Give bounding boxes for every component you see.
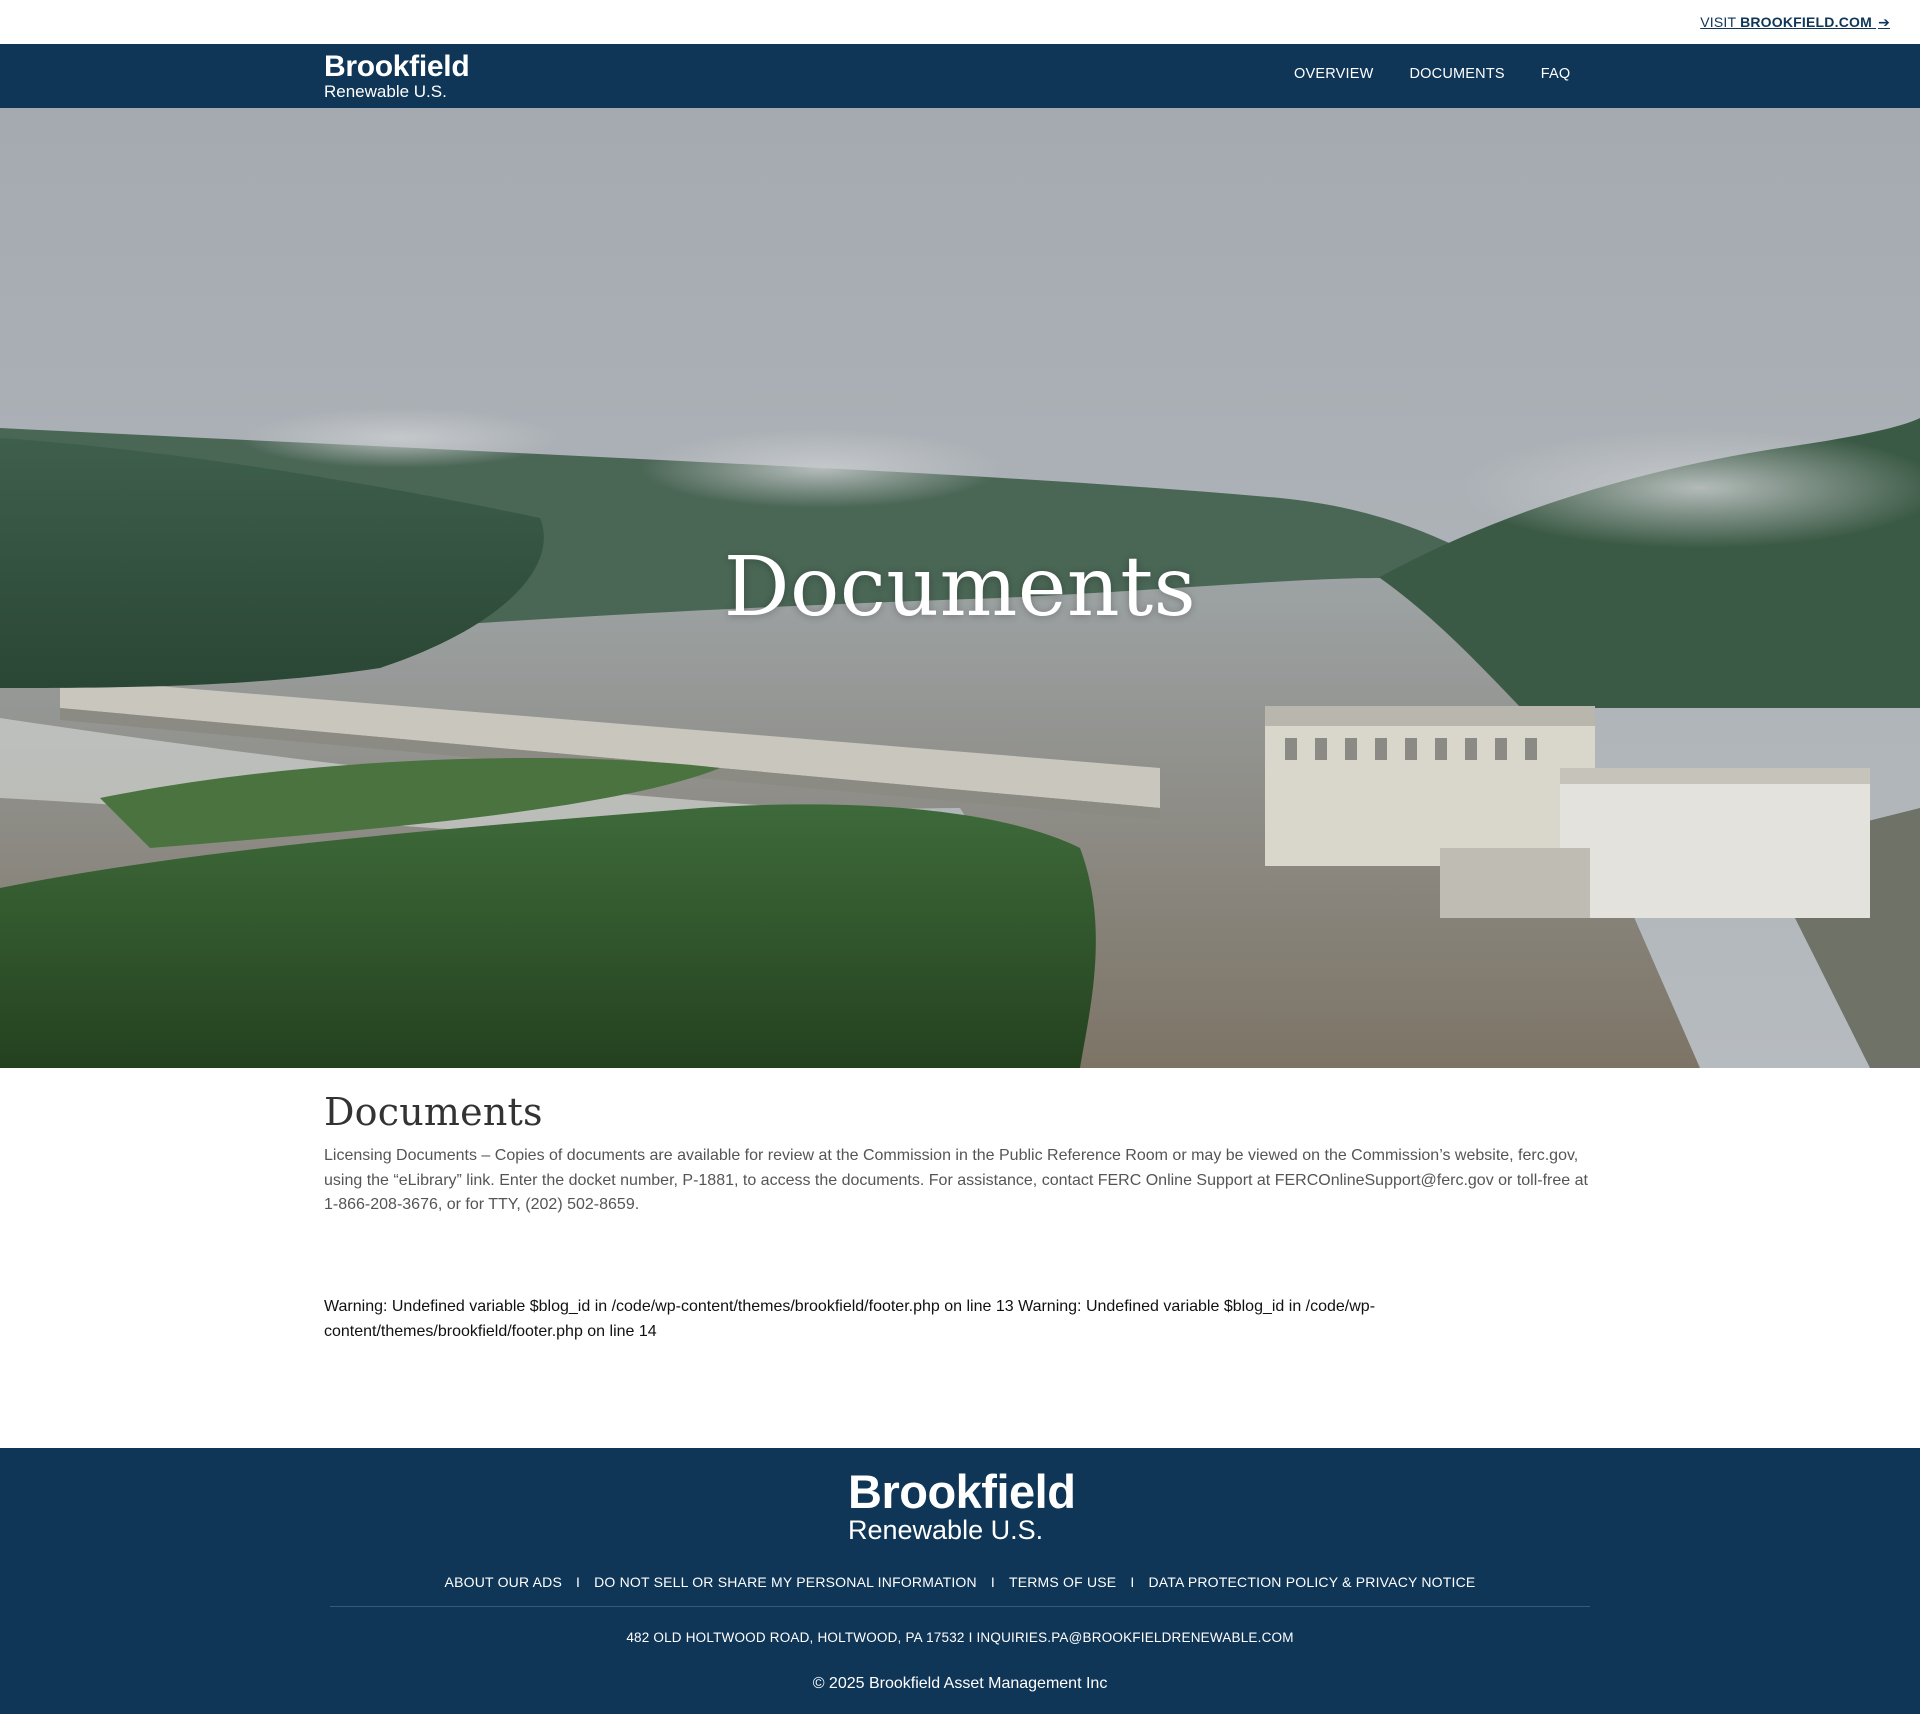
footer-divider (330, 1606, 1590, 1607)
footer-links: ABOUT OUR ADS I DO NOT SELL OR SHARE MY PE… (0, 1574, 1920, 1590)
page-title: Documents (324, 1090, 543, 1134)
documents-description: Licensing Documents – Copies of document… (324, 1147, 1588, 1213)
php-warning-text: Warning: Undefined variable $blog_id in … (324, 1298, 1376, 1340)
footer-link-terms[interactable]: TERMS OF USE (1009, 1574, 1116, 1590)
main-navbar: Brookfield Renewable U.S. OVERVIEW DOCUM… (0, 44, 1920, 108)
nav-item-documents[interactable]: DOCUMENTS (1410, 66, 1505, 82)
brand-name: Brookfield (324, 50, 470, 83)
visit-brookfield-link[interactable]: VISIT BROOKFIELD.COM ➔ (1700, 14, 1890, 31)
hero-banner: Documents (0, 108, 1920, 1068)
utility-bar: VISIT BROOKFIELD.COM ➔ (0, 0, 1920, 44)
footer-brand-logo[interactable]: Brookfield Renewable U.S. (848, 1465, 1076, 1545)
footer-link-about-ads[interactable]: ABOUT OUR ADS (445, 1574, 562, 1590)
visit-link-label: BROOKFIELD.COM (1740, 14, 1872, 30)
visit-prefix: VISIT (1700, 14, 1741, 30)
footer-address: 482 OLD HOLTWOOD ROAD, HOLTWOOD, PA 1753… (626, 1630, 1294, 1645)
footer-copyright: © 2025 Brookfield Asset Management Inc (812, 1675, 1108, 1692)
footer-brand-subtitle: Renewable U.S. (848, 1515, 1044, 1545)
main-content: Documents Licensing Documents – Copies o… (324, 1090, 1596, 1218)
footer-separator: I (1130, 1574, 1135, 1590)
footer-separator: I (576, 1574, 581, 1590)
brand-subtitle: Renewable U.S. (324, 82, 447, 101)
site-footer: Brookfield Renewable U.S. ABOUT OUR ADS I… (0, 1448, 1920, 1714)
footer-brand-name: Brookfield (848, 1465, 1076, 1518)
hero-title: Documents (723, 540, 1197, 635)
nav-item-faq[interactable]: FAQ (1541, 66, 1571, 82)
brand-logo[interactable]: Brookfield Renewable U.S. (324, 50, 470, 101)
footer-separator: I (990, 1574, 995, 1590)
arrow-right-icon: ➔ (1878, 14, 1890, 30)
footer-link-do-not-sell[interactable]: DO NOT SELL OR SHARE MY PERSONAL INFORMA… (594, 1574, 977, 1590)
primary-nav: OVERVIEW DOCUMENTS FAQ (1294, 66, 1570, 82)
nav-item-overview[interactable]: OVERVIEW (1294, 66, 1374, 82)
footer-link-privacy[interactable]: DATA PROTECTION POLICY & PRIVACY NOTICE (1148, 1574, 1475, 1590)
